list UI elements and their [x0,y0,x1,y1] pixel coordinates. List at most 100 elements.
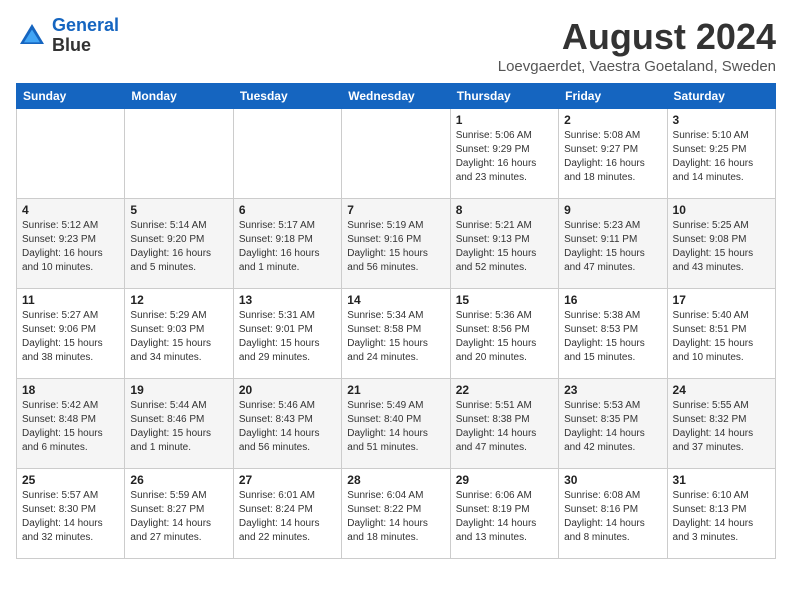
day-number: 1 [456,113,553,127]
day-number: 7 [347,203,444,217]
day-info: Sunrise: 5:25 AM Sunset: 9:08 PM Dayligh… [673,219,770,275]
day-info: Sunrise: 5:49 AM Sunset: 8:40 PM Dayligh… [347,399,444,455]
day-number: 27 [239,473,336,487]
day-info: Sunrise: 6:04 AM Sunset: 8:22 PM Dayligh… [347,489,444,545]
calendar-cell: 31Sunrise: 6:10 AM Sunset: 8:13 PM Dayli… [667,469,775,559]
day-number: 19 [130,383,227,397]
calendar-cell: 21 Sunrise: 5:49 AM Sunset: 8:40 PM Dayli… [342,379,450,469]
calendar: SundayMondayTuesdayWednesdayThursdayFrid… [16,83,776,559]
day-info: Sunrise: 5:57 AM Sunset: 8:30 PM Dayligh… [22,489,119,545]
dow-header: Monday [125,84,233,109]
location: Loevgaerdet, Vaestra Goetaland, Sweden [498,58,776,75]
calendar-cell [233,109,341,199]
calendar-week-row: 4 Sunrise: 5:12 AM Sunset: 9:23 PM Daylig… [17,199,776,289]
calendar-cell: 27 Sunrise: 6:01 AM Sunset: 8:24 PM Dayli… [233,469,341,559]
day-info: Sunrise: 5:10 AM Sunset: 9:25 PM Dayligh… [673,129,770,185]
day-info: Sunrise: 6:01 AM Sunset: 8:24 PM Dayligh… [239,489,336,545]
calendar-cell: 20 Sunrise: 5:46 AM Sunset: 8:43 PM Dayli… [233,379,341,469]
calendar-week-row: 1Sunrise: 5:06 AM Sunset: 9:29 PM Daylig… [17,109,776,199]
day-number: 20 [239,383,336,397]
calendar-cell: 6 Sunrise: 5:17 AM Sunset: 9:18 PM Daylig… [233,199,341,289]
calendar-cell: 25 Sunrise: 5:57 AM Sunset: 8:30 PM Dayli… [17,469,125,559]
day-info: Sunrise: 5:53 AM Sunset: 8:35 PM Dayligh… [564,399,661,455]
day-info: Sunrise: 5:44 AM Sunset: 8:46 PM Dayligh… [130,399,227,455]
logo-icon [16,20,48,52]
day-info: Sunrise: 5:34 AM Sunset: 8:58 PM Dayligh… [347,309,444,365]
day-info: Sunrise: 5:21 AM Sunset: 9:13 PM Dayligh… [456,219,553,275]
calendar-cell: 16Sunrise: 5:38 AM Sunset: 8:53 PM Dayli… [559,289,667,379]
day-info: Sunrise: 5:55 AM Sunset: 8:32 PM Dayligh… [673,399,770,455]
day-number: 22 [456,383,553,397]
calendar-cell: 28Sunrise: 6:04 AM Sunset: 8:22 PM Dayli… [342,469,450,559]
day-number: 2 [564,113,661,127]
day-info: Sunrise: 5:51 AM Sunset: 8:38 PM Dayligh… [456,399,553,455]
calendar-cell: 13Sunrise: 5:31 AM Sunset: 9:01 PM Dayli… [233,289,341,379]
dow-header: Saturday [667,84,775,109]
calendar-cell: 26 Sunrise: 5:59 AM Sunset: 8:27 PM Dayli… [125,469,233,559]
calendar-cell: 4 Sunrise: 5:12 AM Sunset: 9:23 PM Daylig… [17,199,125,289]
calendar-cell: 23Sunrise: 5:53 AM Sunset: 8:35 PM Dayli… [559,379,667,469]
day-info: Sunrise: 5:42 AM Sunset: 8:48 PM Dayligh… [22,399,119,455]
day-info: Sunrise: 5:29 AM Sunset: 9:03 PM Dayligh… [130,309,227,365]
day-number: 30 [564,473,661,487]
day-number: 6 [239,203,336,217]
calendar-cell [17,109,125,199]
day-number: 3 [673,113,770,127]
day-number: 15 [456,293,553,307]
day-number: 26 [130,473,227,487]
dow-header: Sunday [17,84,125,109]
day-number: 10 [673,203,770,217]
dow-header: Tuesday [233,84,341,109]
day-info: Sunrise: 5:12 AM Sunset: 9:23 PM Dayligh… [22,219,119,275]
day-info: Sunrise: 5:23 AM Sunset: 9:11 PM Dayligh… [564,219,661,275]
day-number: 14 [347,293,444,307]
day-number: 9 [564,203,661,217]
page-header: General Blue August 2024 Loevgaerdet, Va… [16,16,776,75]
day-number: 21 [347,383,444,397]
calendar-cell: 2 Sunrise: 5:08 AM Sunset: 9:27 PM Daylig… [559,109,667,199]
calendar-cell: 15 Sunrise: 5:36 AM Sunset: 8:56 PM Dayli… [450,289,558,379]
calendar-header: SundayMondayTuesdayWednesdayThursdayFrid… [17,84,776,109]
dow-header: Friday [559,84,667,109]
logo-text: General Blue [52,16,119,56]
calendar-week-row: 11Sunrise: 5:27 AM Sunset: 9:06 PM Dayli… [17,289,776,379]
day-info: Sunrise: 5:46 AM Sunset: 8:43 PM Dayligh… [239,399,336,455]
calendar-cell [125,109,233,199]
calendar-cell: 17Sunrise: 5:40 AM Sunset: 8:51 PM Dayli… [667,289,775,379]
dow-header: Thursday [450,84,558,109]
day-number: 12 [130,293,227,307]
calendar-body: 1Sunrise: 5:06 AM Sunset: 9:29 PM Daylig… [17,109,776,559]
calendar-cell: 24 Sunrise: 5:55 AM Sunset: 8:32 PM Dayli… [667,379,775,469]
day-number: 4 [22,203,119,217]
calendar-cell: 7Sunrise: 5:19 AM Sunset: 9:16 PM Daylig… [342,199,450,289]
day-number: 25 [22,473,119,487]
calendar-cell: 22 Sunrise: 5:51 AM Sunset: 8:38 PM Dayli… [450,379,558,469]
calendar-cell: 8 Sunrise: 5:21 AM Sunset: 9:13 PM Daylig… [450,199,558,289]
calendar-cell: 18 Sunrise: 5:42 AM Sunset: 8:48 PM Dayli… [17,379,125,469]
calendar-cell: 5Sunrise: 5:14 AM Sunset: 9:20 PM Daylig… [125,199,233,289]
day-number: 8 [456,203,553,217]
day-info: Sunrise: 5:27 AM Sunset: 9:06 PM Dayligh… [22,309,119,365]
day-info: Sunrise: 6:10 AM Sunset: 8:13 PM Dayligh… [673,489,770,545]
day-info: Sunrise: 6:08 AM Sunset: 8:16 PM Dayligh… [564,489,661,545]
days-of-week-row: SundayMondayTuesdayWednesdayThursdayFrid… [17,84,776,109]
day-info: Sunrise: 5:17 AM Sunset: 9:18 PM Dayligh… [239,219,336,275]
day-number: 18 [22,383,119,397]
day-info: Sunrise: 5:59 AM Sunset: 8:27 PM Dayligh… [130,489,227,545]
day-info: Sunrise: 5:38 AM Sunset: 8:53 PM Dayligh… [564,309,661,365]
month-title: August 2024 [498,16,776,58]
day-info: Sunrise: 5:36 AM Sunset: 8:56 PM Dayligh… [456,309,553,365]
day-number: 5 [130,203,227,217]
day-info: Sunrise: 5:31 AM Sunset: 9:01 PM Dayligh… [239,309,336,365]
day-number: 17 [673,293,770,307]
calendar-cell: 14 Sunrise: 5:34 AM Sunset: 8:58 PM Dayli… [342,289,450,379]
calendar-week-row: 18 Sunrise: 5:42 AM Sunset: 8:48 PM Dayli… [17,379,776,469]
day-number: 24 [673,383,770,397]
title-block: August 2024 Loevgaerdet, Vaestra Goetala… [498,16,776,75]
logo: General Blue [16,16,119,56]
calendar-cell: 11Sunrise: 5:27 AM Sunset: 9:06 PM Dayli… [17,289,125,379]
day-info: Sunrise: 5:08 AM Sunset: 9:27 PM Dayligh… [564,129,661,185]
calendar-cell: 30 Sunrise: 6:08 AM Sunset: 8:16 PM Dayli… [559,469,667,559]
calendar-cell: 19 Sunrise: 5:44 AM Sunset: 8:46 PM Dayli… [125,379,233,469]
logo-line1: General [52,15,119,35]
